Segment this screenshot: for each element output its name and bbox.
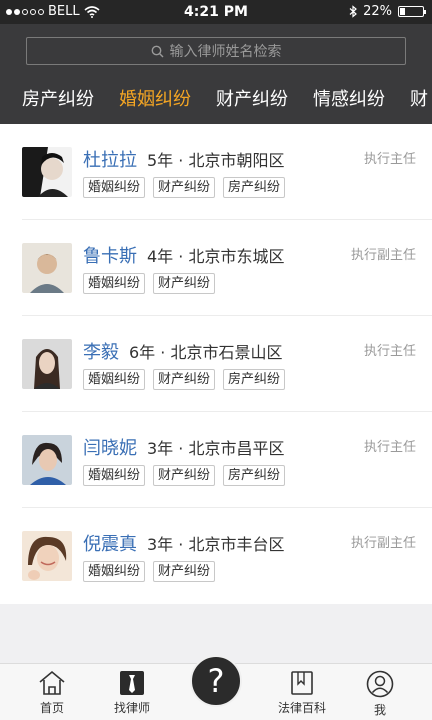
nav-home[interactable]: 首页: [12, 670, 92, 716]
search-icon: [151, 45, 163, 57]
tag: 房产纠纷: [223, 465, 286, 486]
tag: 财产纠纷: [153, 273, 216, 294]
avatar: [22, 147, 72, 197]
tab-emotion[interactable]: 情感纠纷: [313, 85, 385, 111]
tag: 婚姻纠纷: [83, 273, 146, 294]
lawyer-meta: 6年 · 北京市石景山区: [129, 343, 283, 362]
category-tabs: 房产纠纷 婚姻纠纷 财产纠纷 情感纠纷 财: [22, 85, 432, 111]
search-input[interactable]: 输入律师姓名检索: [26, 37, 406, 65]
nav-encyclopedia[interactable]: 法律百科: [262, 670, 342, 716]
battery-percent: 22%: [363, 4, 392, 19]
lawyer-item[interactable]: 倪震真 3年 · 北京市丰台区 执行副主任 婚姻纠纷 财产纠纷: [22, 508, 432, 604]
lawyer-title: 执行主任: [363, 152, 416, 167]
lawyer-item[interactable]: 鲁卡斯 4年 · 北京市东城区 执行副主任 婚姻纠纷 财产纠纷: [22, 220, 432, 316]
bluetooth-icon: [349, 5, 358, 18]
lawyer-tie-icon: [120, 671, 144, 695]
lawyer-meta: 3年 · 北京市昌平区: [147, 439, 285, 458]
search-placeholder: 输入律师姓名检索: [169, 44, 282, 60]
lawyer-meta: 4年 · 北京市东城区: [147, 247, 285, 266]
nav-find-lawyer[interactable]: 找律师: [92, 670, 172, 716]
nav-home-label: 首页: [39, 701, 64, 715]
tag: 婚姻纠纷: [83, 561, 146, 582]
lawyer-name[interactable]: 闫晓妮: [83, 434, 137, 460]
avatar: [22, 243, 72, 293]
lawyer-title: 执行副主任: [350, 536, 416, 551]
user-icon: [366, 670, 394, 698]
lawyer-list: 杜拉拉 5年 · 北京市朝阳区 执行主任 婚姻纠纷 财产纠纷 房产纠纷 鲁卡斯 …: [0, 124, 432, 604]
tag-list: 婚姻纠纷 财产纠纷: [83, 561, 216, 582]
battery-level: [400, 8, 405, 15]
tag: 婚姻纠纷: [83, 369, 146, 390]
tag: 财产纠纷: [153, 465, 216, 486]
nav-me[interactable]: 我: [340, 670, 420, 718]
help-button[interactable]: ?: [190, 655, 242, 707]
lawyer-name[interactable]: 杜拉拉: [83, 146, 137, 172]
book-icon: [291, 671, 313, 695]
lawyer-item[interactable]: 李毅 6年 · 北京市石景山区 执行主任 婚姻纠纷 财产纠纷 房产纠纷: [22, 316, 432, 412]
tag: 财产纠纷: [153, 177, 216, 198]
tag-list: 婚姻纠纷 财产纠纷: [83, 273, 216, 294]
avatar: [22, 531, 72, 581]
tag-list: 婚姻纠纷 财产纠纷 房产纠纷: [83, 465, 286, 486]
lawyer-name[interactable]: 鲁卡斯: [83, 242, 137, 268]
lawyer-item[interactable]: 杜拉拉 5年 · 北京市朝阳区 执行主任 婚姻纠纷 财产纠纷 房产纠纷: [22, 124, 432, 220]
tab-more-property[interactable]: 财: [410, 85, 428, 111]
nav-me-label: 我: [373, 703, 386, 717]
tab-marriage[interactable]: 婚姻纠纷: [119, 85, 191, 111]
lawyer-name[interactable]: 倪震真: [83, 530, 137, 556]
lawyer-name[interactable]: 李毅: [83, 338, 119, 364]
status-bar: BELL 4:21 PM 22%: [0, 0, 432, 24]
tag-list: 婚姻纠纷 财产纠纷 房产纠纷: [83, 177, 286, 198]
nav-encyclopedia-label: 法律百科: [277, 701, 326, 715]
lawyer-meta: 5年 · 北京市朝阳区: [147, 151, 285, 170]
lawyer-item[interactable]: 闫晓妮 3年 · 北京市昌平区 执行主任 婚姻纠纷 财产纠纷 房产纠纷: [22, 412, 432, 508]
tab-real-estate[interactable]: 房产纠纷: [22, 85, 94, 111]
tag: 婚姻纠纷: [83, 465, 146, 486]
nav-find-lawyer-label: 找律师: [113, 701, 150, 715]
tag: 房产纠纷: [223, 369, 286, 390]
tag: 婚姻纠纷: [83, 177, 146, 198]
tag: 财产纠纷: [153, 369, 216, 390]
header: 输入律师姓名检索 房产纠纷 婚姻纠纷 财产纠纷 情感纠纷 财: [0, 24, 432, 124]
tag: 财产纠纷: [153, 561, 216, 582]
avatar: [22, 435, 72, 485]
lawyer-meta: 3年 · 北京市丰台区: [147, 535, 285, 554]
tag: 房产纠纷: [223, 177, 286, 198]
lawyer-title: 执行主任: [363, 344, 416, 359]
tab-property[interactable]: 财产纠纷: [216, 85, 288, 111]
lawyer-title: 执行主任: [363, 440, 416, 455]
tag-list: 婚姻纠纷 财产纠纷 房产纠纷: [83, 369, 286, 390]
lawyer-title: 执行副主任: [350, 248, 416, 263]
home-icon: [39, 670, 65, 695]
battery-icon: [398, 6, 426, 17]
avatar: [22, 339, 72, 389]
